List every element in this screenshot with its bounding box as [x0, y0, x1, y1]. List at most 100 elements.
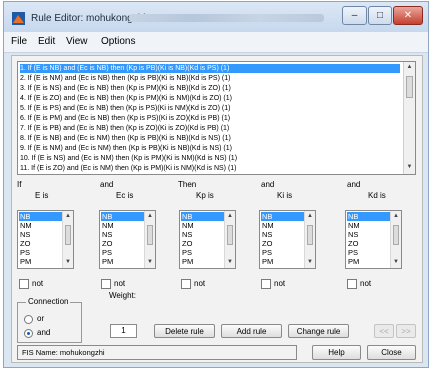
- scroll-down-icon[interactable]: ▼: [305, 257, 315, 268]
- scroll-down-icon[interactable]: ▼: [391, 257, 401, 268]
- help-button[interactable]: Help: [312, 345, 361, 360]
- list-item[interactable]: NM: [261, 221, 306, 230]
- list-item[interactable]: NS: [101, 230, 146, 239]
- not-checkbox[interactable]: [101, 279, 111, 289]
- list-item[interactable]: NM: [347, 221, 392, 230]
- rule-list-scrollbar[interactable]: ▲ ▼: [403, 62, 415, 174]
- list-item[interactable]: PS: [19, 248, 64, 257]
- if-label: If: [17, 180, 22, 189]
- list-item[interactable]: NB: [19, 212, 64, 221]
- list-item[interactable]: NM: [19, 221, 64, 230]
- scroll-thumb[interactable]: [307, 225, 313, 245]
- rule-item[interactable]: 3. If (E is NS) and (Ec is NB) then (Kp …: [20, 84, 400, 93]
- scroll-down-icon[interactable]: ▼: [404, 162, 415, 173]
- ec-listbox[interactable]: NB NM NS ZO PS PM ▲ ▼: [99, 210, 156, 269]
- list-item[interactable]: NS: [261, 230, 306, 239]
- scroll-thumb[interactable]: [406, 76, 413, 98]
- title-bar[interactable]: Rule Editor: mohukongzhi – □ ✕: [4, 2, 428, 32]
- maximize-button[interactable]: □: [368, 6, 392, 25]
- scroll-thumb[interactable]: [147, 225, 153, 245]
- and-radio[interactable]: [24, 329, 33, 338]
- rule-item[interactable]: 10. If (E is NS) and (Ec is NM) then (Kp…: [20, 154, 400, 163]
- list-item[interactable]: NB: [347, 212, 392, 221]
- scroll-up-icon[interactable]: ▲: [305, 211, 315, 222]
- change-rule-button[interactable]: Change rule: [288, 324, 349, 338]
- scroll-down-icon[interactable]: ▼: [225, 257, 235, 268]
- listbox-scrollbar[interactable]: ▲ ▼: [62, 211, 73, 268]
- rule-item[interactable]: 6. If (E is PM) and (Ec is NB) then (Kp …: [20, 114, 400, 123]
- rule-item[interactable]: 7. If (E is PB) and (Ec is NB) then (Kp …: [20, 124, 400, 133]
- connection-title: Connection: [26, 297, 71, 306]
- list-item[interactable]: NS: [19, 230, 64, 239]
- weight-input[interactable]: 1: [110, 324, 137, 338]
- not-checkbox[interactable]: [261, 279, 271, 289]
- list-item[interactable]: NS: [181, 230, 226, 239]
- not-checkbox[interactable]: [19, 279, 29, 289]
- menu-view[interactable]: View: [66, 36, 88, 47]
- list-item[interactable]: PS: [261, 248, 306, 257]
- list-item[interactable]: NM: [181, 221, 226, 230]
- list-item[interactable]: NM: [101, 221, 146, 230]
- list-item[interactable]: ZO: [347, 239, 392, 248]
- list-item[interactable]: ZO: [181, 239, 226, 248]
- next-button[interactable]: >>: [396, 324, 416, 338]
- menu-options[interactable]: Options: [101, 36, 135, 47]
- scroll-up-icon[interactable]: ▲: [391, 211, 401, 222]
- and-radio-label: and: [37, 328, 51, 337]
- rule-item[interactable]: 9. If (E is NM) and (Ec is NM) then (Kp …: [20, 144, 400, 153]
- list-item[interactable]: PM: [347, 257, 392, 266]
- list-item[interactable]: NB: [101, 212, 146, 221]
- list-item[interactable]: NB: [181, 212, 226, 221]
- menu-edit[interactable]: Edit: [38, 36, 55, 47]
- not-checkbox[interactable]: [181, 279, 191, 289]
- scroll-thumb[interactable]: [393, 225, 399, 245]
- scroll-down-icon[interactable]: ▼: [145, 257, 155, 268]
- listbox-scrollbar[interactable]: ▲ ▼: [304, 211, 315, 268]
- list-item[interactable]: ZO: [101, 239, 146, 248]
- minimize-button[interactable]: –: [342, 6, 367, 25]
- scroll-thumb[interactable]: [227, 225, 233, 245]
- list-item[interactable]: NS: [347, 230, 392, 239]
- menu-file[interactable]: File: [11, 36, 27, 47]
- list-item[interactable]: PS: [101, 248, 146, 257]
- close-button[interactable]: Close: [367, 345, 416, 360]
- scroll-up-icon[interactable]: ▲: [145, 211, 155, 222]
- list-item[interactable]: PS: [347, 248, 392, 257]
- rule-item[interactable]: 2. If (E is NM) and (Ec is NB) then (Kp …: [20, 74, 400, 83]
- scroll-up-icon[interactable]: ▲: [404, 62, 415, 73]
- list-item[interactable]: PM: [101, 257, 146, 266]
- kd-listbox[interactable]: NB NM NS ZO PS PM ▲ ▼: [345, 210, 402, 269]
- list-item[interactable]: ZO: [19, 239, 64, 248]
- close-window-button[interactable]: ✕: [393, 6, 423, 25]
- list-item[interactable]: NB: [261, 212, 306, 221]
- ki-listbox[interactable]: NB NM NS ZO PS PM ▲ ▼: [259, 210, 316, 269]
- rule-item[interactable]: 8. If (E is NB) and (Ec is NM) then (Kp …: [20, 134, 400, 143]
- e-listbox[interactable]: NB NM NS ZO PS PM ▲ ▼: [17, 210, 74, 269]
- list-item[interactable]: PM: [261, 257, 306, 266]
- scroll-up-icon[interactable]: ▲: [63, 211, 73, 222]
- not-label: not: [360, 279, 372, 288]
- scroll-up-icon[interactable]: ▲: [225, 211, 235, 222]
- add-rule-button[interactable]: Add rule: [221, 324, 282, 338]
- rule-item[interactable]: 11. If (E is ZO) and (Ec is NM) then (Kp…: [20, 164, 400, 173]
- not-checkbox[interactable]: [347, 279, 357, 289]
- not-label: not: [32, 279, 44, 288]
- listbox-scrollbar[interactable]: ▲ ▼: [144, 211, 155, 268]
- list-item[interactable]: PM: [19, 257, 64, 266]
- listbox-scrollbar[interactable]: ▲ ▼: [390, 211, 401, 268]
- list-item[interactable]: PS: [181, 248, 226, 257]
- listbox-scrollbar[interactable]: ▲ ▼: [224, 211, 235, 268]
- rule-list[interactable]: 1. If (E is NB) and (Ec is NB) then (Kp …: [17, 61, 416, 175]
- or-radio[interactable]: [24, 315, 33, 324]
- previous-button[interactable]: <<: [374, 324, 394, 338]
- scroll-thumb[interactable]: [65, 225, 71, 245]
- kp-listbox[interactable]: NB NM NS ZO PS PM ▲ ▼: [179, 210, 236, 269]
- list-item[interactable]: PM: [181, 257, 226, 266]
- rule-item[interactable]: 4. If (E is ZO) and (Ec is NB) then (Kp …: [20, 94, 400, 103]
- scroll-down-icon[interactable]: ▼: [63, 257, 73, 268]
- list-item[interactable]: ZO: [261, 239, 306, 248]
- rule-item[interactable]: 5. If (E is PS) and (Ec is NB) then (Kp …: [20, 104, 400, 113]
- rule-item[interactable]: 1. If (E is NB) and (Ec is NB) then (Kp …: [20, 64, 400, 73]
- not-label: not: [114, 279, 126, 288]
- delete-rule-button[interactable]: Delete rule: [154, 324, 215, 338]
